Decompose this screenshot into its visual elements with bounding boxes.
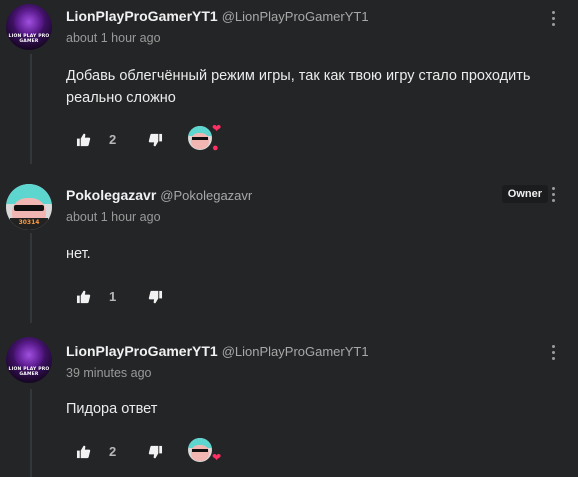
comment: 30314 Pokolegazavr @Pokolegazavr Owner ab… xyxy=(0,176,578,326)
avatar-text: LION PLAY PRO GAMER xyxy=(8,367,50,377)
dislike-button[interactable] xyxy=(140,125,170,155)
thumbs-up-icon xyxy=(76,445,90,459)
avatar[interactable]: LION PLAY PRO GAMER xyxy=(6,337,52,383)
author-name[interactable]: LionPlayProGamerYT1 xyxy=(66,343,218,359)
lion-logo-icon xyxy=(14,8,44,36)
like-button[interactable] xyxy=(68,125,98,155)
author-name[interactable]: LionPlayProGamerYT1 xyxy=(66,8,218,24)
thumbs-down-icon xyxy=(148,133,162,147)
comment-text: Добавь облегчённый режим игры, так как т… xyxy=(66,68,531,106)
timestamp[interactable]: 39 minutes ago xyxy=(66,366,151,380)
creator-avatar xyxy=(188,438,212,462)
more-vertical-icon[interactable] xyxy=(548,186,560,204)
avatar[interactable]: LION PLAY PRO GAMER xyxy=(6,4,52,50)
thumbs-down-icon xyxy=(148,445,162,459)
author-handle[interactable]: @Pokolegazavr xyxy=(160,188,252,203)
author-line: LionPlayProGamerYT1 @LionPlayProGamerYT1 xyxy=(66,343,369,359)
like-count: 1 xyxy=(109,289,117,304)
comment-text: Пидора ответ xyxy=(66,401,158,417)
timestamp[interactable]: about 1 hour ago xyxy=(66,210,161,224)
thumbs-up-icon xyxy=(76,290,90,304)
creator-avatar xyxy=(188,126,212,150)
author-handle[interactable]: @LionPlayProGamerYT1 xyxy=(222,344,369,359)
author-line: LionPlayProGamerYT1 @LionPlayProGamerYT1 xyxy=(66,8,369,24)
lion-logo-icon xyxy=(14,341,44,369)
heart-icon: ❤ xyxy=(212,452,222,464)
dislike-button[interactable] xyxy=(140,437,170,467)
heart-icon: ❤ xyxy=(212,123,222,135)
owner-badge: Owner xyxy=(501,185,548,203)
like-button[interactable] xyxy=(68,437,98,467)
like-count: 2 xyxy=(109,444,117,459)
avatar[interactable]: 30314 xyxy=(6,184,52,230)
like-button[interactable] xyxy=(68,282,98,312)
comment: LION PLAY PRO GAMER LionPlayProGamerYT1 @… xyxy=(0,0,578,170)
comment: LION PLAY PRO GAMER LionPlayProGamerYT1 @… xyxy=(0,333,578,477)
like-count: 2 xyxy=(109,132,117,147)
creator-heart[interactable]: ❤ ● xyxy=(188,123,224,156)
author-handle[interactable]: @LionPlayProGamerYT1 xyxy=(222,9,369,24)
dislike-button[interactable] xyxy=(140,282,170,312)
thumbs-down-icon xyxy=(148,290,162,304)
timestamp[interactable]: about 1 hour ago xyxy=(66,31,161,45)
avatar-text: 30314 xyxy=(18,219,40,226)
avatar-text: LION PLAY PRO GAMER xyxy=(8,34,50,44)
author-line: Pokolegazavr @Pokolegazavr xyxy=(66,187,252,203)
more-vertical-icon[interactable] xyxy=(548,344,560,362)
reply-bubble-icon: ● xyxy=(212,142,219,154)
creator-heart[interactable]: ❤ xyxy=(188,438,224,468)
more-vertical-icon[interactable] xyxy=(548,10,560,28)
comment-text: нет. xyxy=(66,246,91,262)
thumbs-up-icon xyxy=(76,133,90,147)
author-name[interactable]: Pokolegazavr xyxy=(66,187,156,203)
